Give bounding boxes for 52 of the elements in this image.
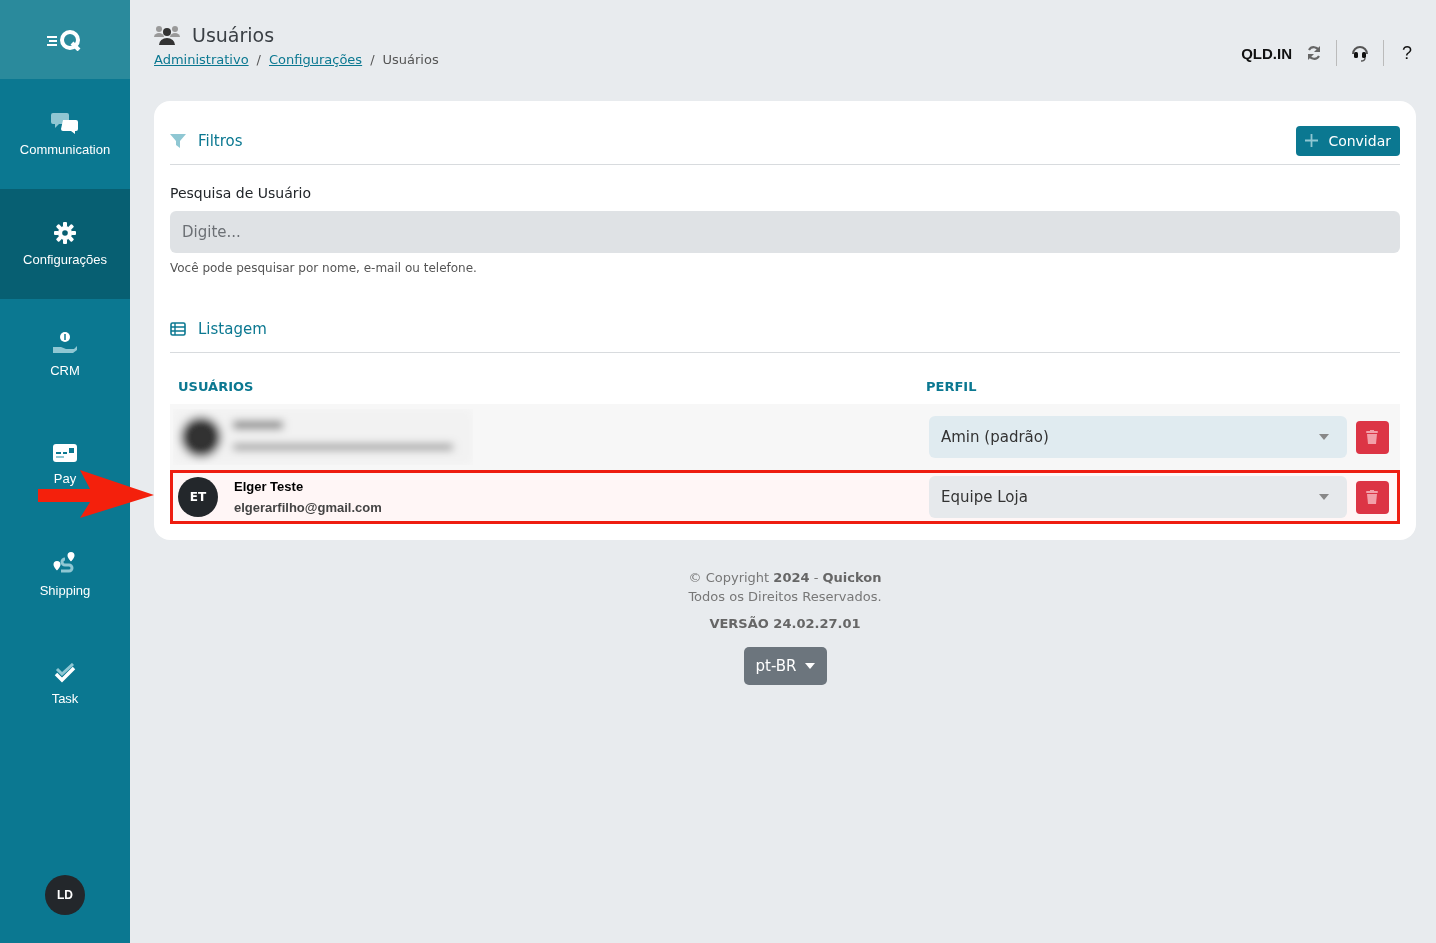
plus-icon [1305, 134, 1319, 147]
user-name: Elger Teste [234, 479, 305, 494]
search-field[interactable]: Digite... [170, 211, 1400, 253]
column-header: PERFIL [926, 379, 978, 394]
user-avatar[interactable]: LD [45, 875, 85, 915]
page-title: Usuários [192, 24, 275, 46]
breadcrumb-current: Usuários [382, 52, 439, 67]
profile-dropdown[interactable]: Amin (padrão) [929, 416, 1347, 458]
sidebar-item[interactable]: Pay [0, 409, 130, 519]
card-icon [53, 442, 77, 463]
user-avatar: ET [178, 477, 218, 517]
sidebar-item[interactable]: CRM [0, 299, 130, 409]
logo-icon[interactable] [47, 28, 83, 51]
column-header: USUÁRIOS [178, 379, 255, 394]
trash-icon [1366, 490, 1378, 504]
section-title: Filtros [198, 131, 243, 150]
breadcrumb-link[interactable]: Configurações [269, 52, 363, 67]
breadcrumb-link[interactable]: Administrativo [154, 52, 249, 67]
delete-button[interactable] [1355, 480, 1389, 514]
caret-icon [804, 663, 815, 669]
breadcrumb-separator: / [256, 52, 261, 67]
check-icon [54, 662, 76, 683]
gear-icon [54, 221, 76, 244]
version-text: VERSÃO 24.02.27.01 [709, 616, 861, 631]
table-icon [170, 321, 186, 336]
route-pins-icon [53, 550, 77, 575]
sidebar-item[interactable]: Configurações [0, 189, 130, 299]
field-label: Pesquisa de Usuário [170, 185, 312, 201]
refresh-icon[interactable] [1306, 45, 1322, 61]
sidebar-item[interactable]: Communication [0, 79, 130, 189]
breadcrumb-separator: / [370, 52, 375, 67]
filter-icon [170, 132, 186, 149]
users-icon [154, 25, 180, 45]
company-name: QLD.IN [1241, 44, 1292, 62]
trash-icon [1366, 430, 1378, 444]
caret-icon [1319, 494, 1329, 500]
user-email: elgerarfilho@gmail.com [234, 500, 382, 515]
language-dropdown[interactable]: pt-BR [743, 647, 827, 685]
copyright-text: © Copyright 2024 - Quickon [688, 570, 882, 585]
headset-icon[interactable] [1351, 44, 1369, 62]
delete-button[interactable] [1355, 420, 1389, 454]
section-title: Listagem [198, 319, 267, 338]
sidebar-item[interactable]: Task [0, 629, 130, 739]
help-button[interactable]: ? [1398, 42, 1416, 64]
field-hint: Você pode pesquisar por nome, e-mail ou telefone. [170, 261, 478, 275]
chat-bubbles-icon [51, 111, 79, 134]
hand-coin-icon [52, 330, 78, 355]
invite-button[interactable]: Convidar [1296, 125, 1400, 156]
sidebar-item[interactable]: Shipping [0, 519, 130, 629]
rights-text: Todos os Direitos Reservados. [688, 589, 882, 604]
profile-dropdown[interactable]: Equipe Loja [929, 476, 1347, 518]
caret-icon [1319, 434, 1329, 440]
